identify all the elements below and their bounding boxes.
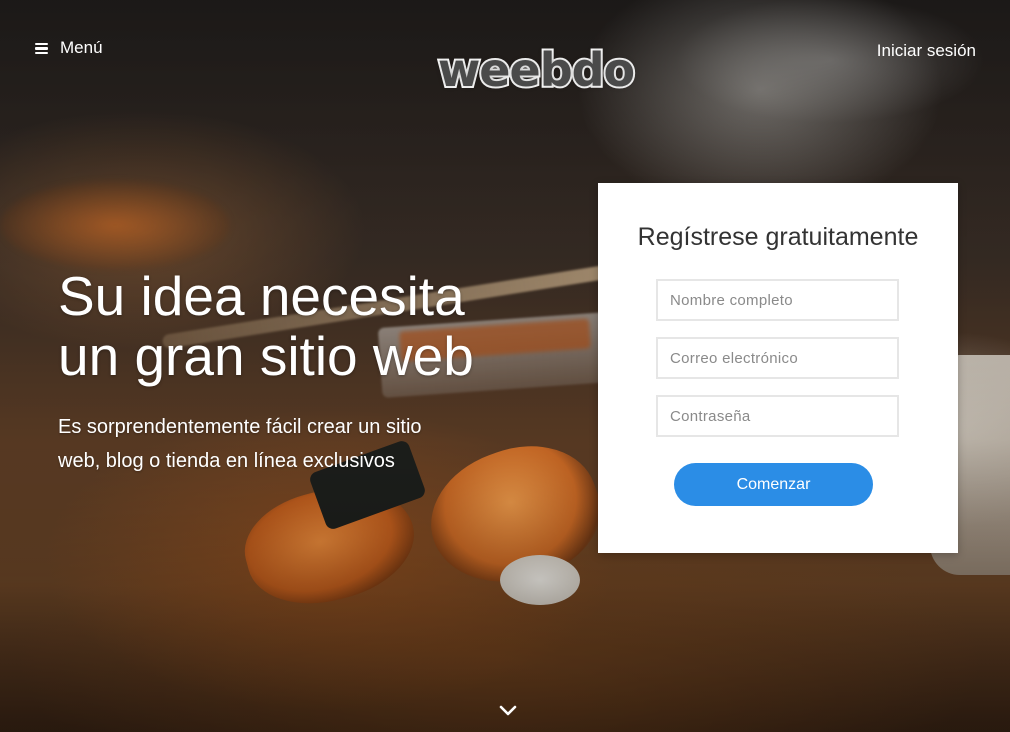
password-input[interactable] — [656, 395, 899, 437]
hero-headline: Su idea necesita un gran sitio web — [58, 266, 578, 386]
menu-button[interactable]: Menú — [35, 38, 103, 58]
hero-section: Menú weebdo Iniciar sesión Su idea neces… — [0, 0, 1010, 732]
site-logo[interactable]: weebdo — [436, 40, 637, 100]
signup-card: Regístrese gratuitamente Comenzar — [598, 183, 958, 553]
signup-title: Regístrese gratuitamente — [637, 223, 919, 251]
hero-subtext-line: Es sorprendentemente fácil crear un siti… — [58, 416, 422, 438]
login-link[interactable]: Iniciar sesión — [877, 41, 976, 61]
hero-subtext-line: web, blog o tienda en línea exclusivos — [58, 450, 395, 472]
chevron-down-icon — [499, 705, 517, 716]
start-button[interactable]: Comenzar — [674, 463, 873, 506]
hero-headline-line: Su idea necesita — [58, 265, 465, 327]
email-input[interactable] — [656, 337, 899, 379]
full-name-input[interactable] — [656, 279, 899, 321]
hamburger-icon — [35, 42, 48, 54]
scroll-down-button[interactable] — [497, 700, 519, 722]
hero-subtext: Es sorprendentemente fácil crear un siti… — [58, 410, 498, 478]
menu-label: Menú — [60, 38, 103, 57]
hero-headline-line: un gran sitio web — [58, 325, 474, 387]
